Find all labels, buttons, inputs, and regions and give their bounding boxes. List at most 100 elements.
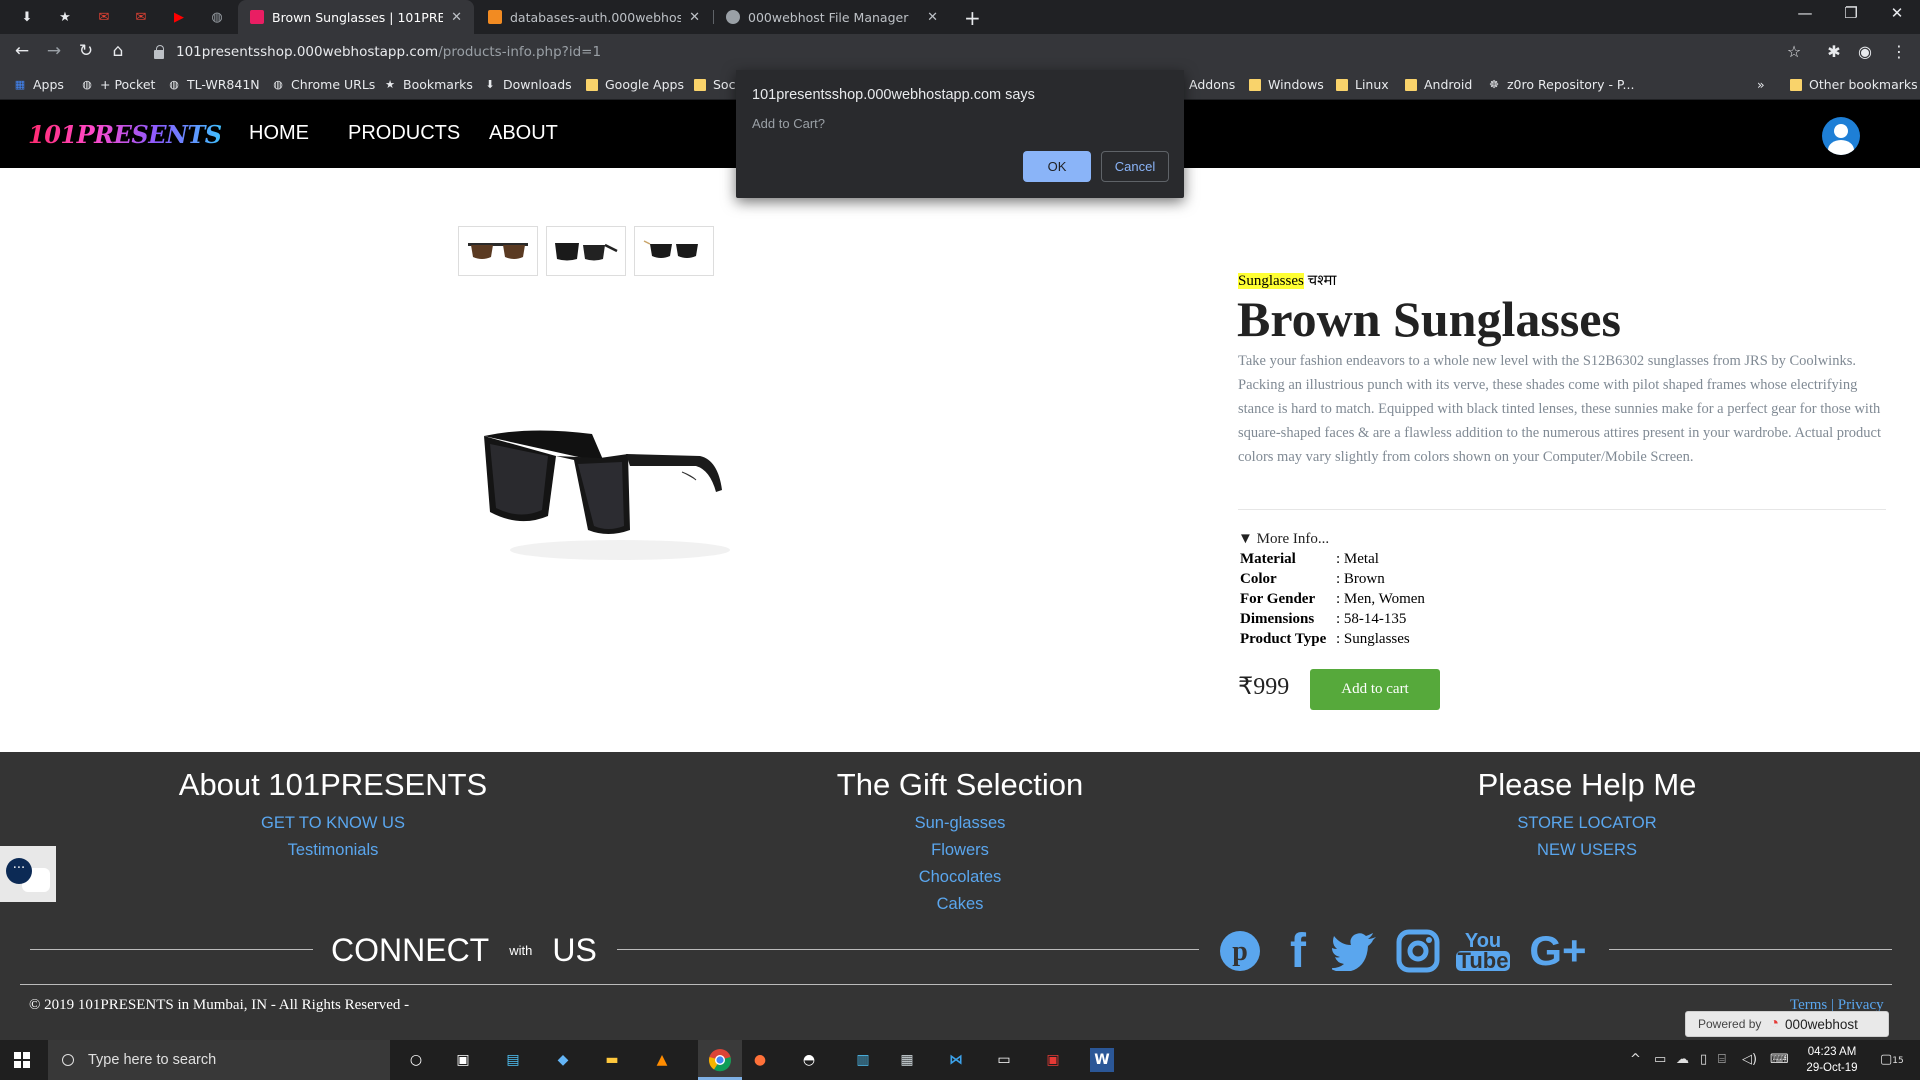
forward-icon[interactable]: → bbox=[42, 41, 66, 61]
home-icon[interactable]: ⌂ bbox=[106, 41, 130, 61]
firefox-icon[interactable]: ● bbox=[748, 1048, 772, 1072]
tray-monitor-icon[interactable]: ▭ bbox=[1654, 1052, 1666, 1067]
reload-icon[interactable]: ↻ bbox=[74, 41, 98, 61]
bookmark-star-icon[interactable]: ☆ bbox=[1783, 42, 1805, 61]
menu-icon[interactable]: ⋮ bbox=[1888, 42, 1910, 61]
app-icon[interactable]: ▤ bbox=[501, 1048, 525, 1072]
gmail-icon[interactable]: ✉ bbox=[93, 6, 115, 28]
minimize-icon[interactable]: — bbox=[1782, 4, 1828, 22]
back-icon[interactable]: ← bbox=[10, 41, 34, 61]
bookmark-router[interactable]: ◍ TL-WR841N bbox=[168, 77, 259, 92]
download-icon[interactable]: ⬇ bbox=[16, 6, 38, 28]
file-explorer-icon[interactable]: ▬ bbox=[600, 1048, 624, 1072]
terminal-icon[interactable]: ▭ bbox=[992, 1048, 1016, 1072]
word-icon[interactable]: W bbox=[1090, 1048, 1114, 1072]
footer-link[interactable]: Chocolates bbox=[710, 864, 1210, 891]
taskbar-clock[interactable]: 04:23 AM 29-Oct-19 bbox=[1800, 1044, 1864, 1076]
app-icon[interactable]: ◓ bbox=[797, 1048, 821, 1072]
site-logo[interactable]: 101PRESENTS bbox=[28, 120, 222, 149]
twitter-icon[interactable] bbox=[1330, 924, 1380, 978]
instagram-icon[interactable] bbox=[1394, 924, 1442, 978]
globe-icon[interactable]: ◍ bbox=[206, 6, 228, 28]
app-icon[interactable]: ▣ bbox=[1041, 1048, 1065, 1072]
footer-link[interactable]: GET TO KNOW US bbox=[83, 810, 583, 837]
new-tab-icon[interactable]: + bbox=[964, 6, 981, 30]
network-icon[interactable]: ⌸ bbox=[1718, 1052, 1726, 1067]
bookmark-soc[interactable]: Soc bbox=[694, 77, 735, 92]
keyboard-icon[interactable]: ⌨ bbox=[1770, 1052, 1789, 1067]
taskbar-search[interactable]: Type here to search bbox=[48, 1040, 390, 1080]
powered-by-badge[interactable]: Powered by ◔ 000webhost bbox=[1685, 1011, 1889, 1037]
tab-file-manager[interactable]: 000webhost File Manager ✕ bbox=[714, 0, 950, 34]
app-icon[interactable]: ◆ bbox=[551, 1048, 575, 1072]
spec-row: Dimensions: 58-14-135 bbox=[1238, 609, 1427, 629]
product-thumbnail[interactable] bbox=[634, 226, 714, 276]
user-avatar-icon[interactable] bbox=[1822, 117, 1860, 155]
notifications-icon[interactable]: ▢15 bbox=[1880, 1052, 1904, 1067]
bookmark-downloads[interactable]: ⬇ Downloads bbox=[484, 77, 571, 92]
volume-icon[interactable]: ◁) bbox=[1742, 1052, 1757, 1067]
footer-link[interactable]: Flowers bbox=[710, 837, 1210, 864]
app-icon[interactable]: ▥ bbox=[851, 1048, 875, 1072]
bookmark-chrome-urls[interactable]: ◍ Chrome URLs bbox=[272, 77, 375, 92]
footer-link[interactable]: STORE LOCATOR bbox=[1337, 810, 1837, 837]
footer-link[interactable]: Sun-glasses bbox=[710, 810, 1210, 837]
footer-link[interactable]: NEW USERS bbox=[1337, 837, 1837, 864]
cancel-button[interactable]: Cancel bbox=[1101, 151, 1169, 182]
vlc-icon[interactable]: ▲ bbox=[650, 1048, 674, 1072]
bookmark-label: Android bbox=[1424, 77, 1473, 92]
nav-about[interactable]: ABOUT bbox=[489, 122, 558, 145]
close-icon[interactable]: ✕ bbox=[689, 10, 700, 25]
restore-icon[interactable]: ❐ bbox=[1828, 4, 1874, 22]
bookmark-windows[interactable]: Windows bbox=[1249, 77, 1324, 92]
extensions-icon[interactable]: ✱ bbox=[1823, 42, 1845, 61]
youtube-tab-icon[interactable]: ▶ bbox=[168, 6, 190, 28]
youtube-icon[interactable]: You Tube bbox=[1455, 924, 1511, 978]
more-info-toggle[interactable]: ▼ More Info... bbox=[1238, 531, 1329, 548]
divider bbox=[1609, 949, 1892, 950]
app-icon[interactable]: ▦ bbox=[895, 1048, 919, 1072]
battery-icon[interactable]: ▯ bbox=[1700, 1052, 1707, 1067]
gmail-icon[interactable]: ✉ bbox=[130, 6, 152, 28]
chat-widget-button[interactable]: ··· bbox=[0, 846, 56, 902]
bookmark-other[interactable]: Other bookmarks bbox=[1790, 77, 1918, 92]
chat-dots-icon: ··· bbox=[6, 858, 32, 884]
vscode-icon[interactable]: ⋈ bbox=[944, 1048, 968, 1072]
tray-chevron-icon[interactable]: ^ bbox=[1630, 1052, 1641, 1067]
bookmark-linux[interactable]: Linux bbox=[1336, 77, 1389, 92]
footer-link[interactable]: Testimonials bbox=[83, 837, 583, 864]
google-plus-icon[interactable]: G+ bbox=[1522, 924, 1594, 978]
tab-product[interactable]: Brown Sunglasses | 101PRESENTS ✕ bbox=[238, 0, 474, 34]
ok-button[interactable]: OK bbox=[1023, 151, 1091, 182]
profile-icon[interactable]: ◉ bbox=[1854, 42, 1876, 61]
bookmark-apps[interactable]: ▦ Apps bbox=[14, 77, 64, 92]
close-icon[interactable]: ✕ bbox=[927, 10, 938, 25]
cortana-icon[interactable]: ○ bbox=[404, 1048, 428, 1072]
bookmark-android[interactable]: Android bbox=[1405, 77, 1472, 92]
star-icon[interactable]: ★ bbox=[54, 6, 76, 28]
nav-products[interactable]: PRODUCTS bbox=[348, 122, 460, 145]
product-thumbnail[interactable] bbox=[458, 226, 538, 276]
bookmark-z0ro[interactable]: ☸ z0ro Repository - P... bbox=[1488, 77, 1634, 92]
bookmark-pocket[interactable]: ◍ + Pocket bbox=[81, 77, 155, 92]
nav-home[interactable]: HOME bbox=[249, 122, 309, 145]
task-view-icon[interactable]: ▣ bbox=[451, 1048, 475, 1072]
spec-row: Color: Brown bbox=[1238, 569, 1427, 589]
chrome-icon[interactable] bbox=[698, 1040, 742, 1080]
close-icon[interactable]: ✕ bbox=[451, 10, 462, 25]
product-thumbnail[interactable] bbox=[546, 226, 626, 276]
window-close-icon[interactable]: ✕ bbox=[1874, 4, 1920, 22]
bookmark-google-apps[interactable]: Google Apps bbox=[586, 77, 684, 92]
bookmark-bookmarks[interactable]: ★ Bookmarks bbox=[384, 77, 473, 92]
windows-start-icon[interactable] bbox=[14, 1052, 30, 1068]
add-to-cart-button[interactable]: Add to cart bbox=[1310, 669, 1440, 710]
bookmark-addons[interactable]: Addons bbox=[1189, 77, 1235, 92]
pinterest-icon[interactable]: p bbox=[1216, 924, 1264, 978]
facebook-icon[interactable]: f bbox=[1276, 924, 1320, 978]
bookmarks-overflow-icon[interactable]: » bbox=[1757, 77, 1765, 92]
product-category: Sunglasses चश्मा bbox=[1238, 270, 1336, 290]
address-bar[interactable]: 101presentsshop.000webhostapp.com/produc… bbox=[140, 38, 1790, 66]
footer-link[interactable]: Cakes bbox=[710, 891, 1210, 918]
cloud-icon[interactable]: ☁ bbox=[1676, 1052, 1689, 1067]
tab-databases[interactable]: databases-auth.000webhost.com ✕ bbox=[476, 0, 712, 34]
